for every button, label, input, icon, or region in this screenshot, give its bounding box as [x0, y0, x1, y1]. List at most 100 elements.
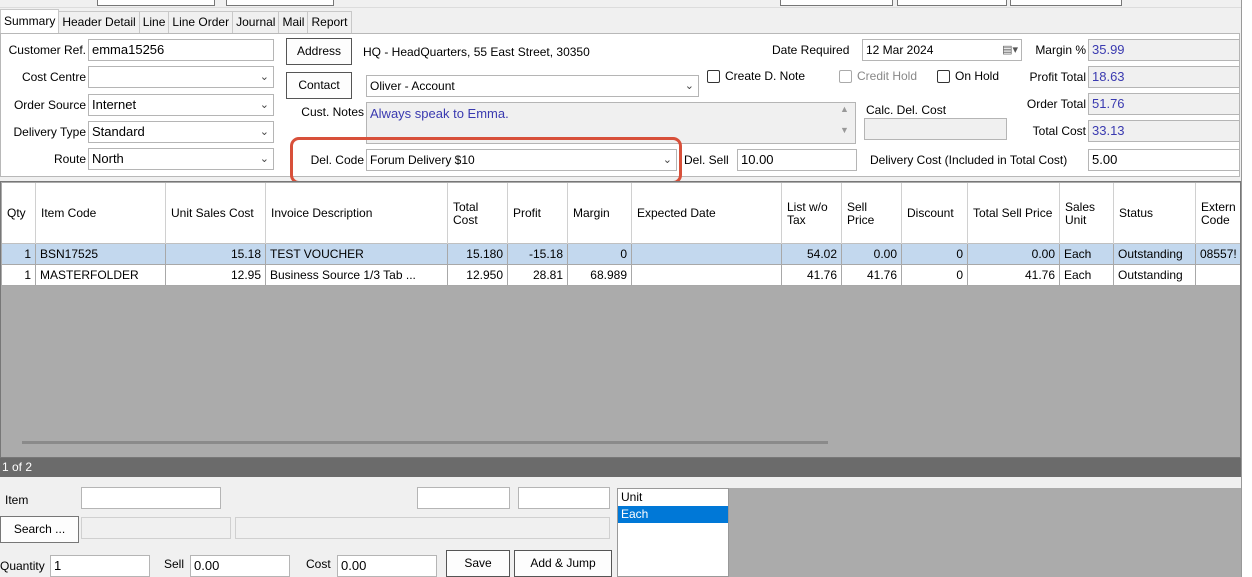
tab-header-detail[interactable]: Header Detail [58, 11, 140, 33]
order-lines-grid[interactable]: Qty Item Code Unit Sales Cost Invoice De… [0, 181, 1241, 458]
cell-sales-unit: Each [1060, 244, 1114, 265]
cell-invoice-description: TEST VOUCHER [266, 244, 448, 265]
col-list-wo-tax[interactable]: List w/o Tax [782, 183, 842, 244]
profit-total-value: 18.63 [1088, 66, 1240, 88]
cell-status: Outstanding [1114, 244, 1196, 265]
item-input[interactable] [81, 487, 221, 509]
save-button[interactable]: Save [446, 550, 510, 577]
calc-del-cost-label: Calc. Del. Cost [866, 103, 947, 117]
order-total-label: Order Total [1026, 97, 1086, 111]
window-right-edge [1241, 0, 1252, 577]
cell-discount: 0 [902, 244, 968, 265]
col-external-code[interactable]: Extern Code [1196, 183, 1240, 244]
del-sell-input[interactable]: 10.00 [737, 149, 857, 171]
tab-journal[interactable]: Journal [232, 11, 280, 33]
scroll-down-icon[interactable]: ▼ [840, 125, 849, 135]
quantity-label: Quantity [0, 559, 45, 573]
cell-external-code: 08557! [1196, 244, 1240, 265]
item-code-display [81, 517, 231, 539]
cell-sell-price: 0.00 [842, 244, 902, 265]
sell-input[interactable]: 0.00 [190, 555, 290, 577]
col-unit-sales-cost[interactable]: Unit Sales Cost [166, 183, 266, 244]
cost-centre-select[interactable]: ⌄ [88, 66, 274, 88]
add-and-jump-button[interactable]: Add & Jump [514, 550, 612, 577]
col-total-cost[interactable]: Total Cost [448, 183, 508, 244]
unit-list[interactable]: Unit Each [617, 488, 729, 577]
cost-input[interactable]: 0.00 [337, 555, 437, 577]
contact-select[interactable]: Oliver - Account ⌄ [366, 75, 699, 97]
tab-summary[interactable]: Summary [0, 9, 60, 33]
search-button[interactable]: Search ... [0, 516, 79, 543]
col-item-code[interactable]: Item Code [36, 183, 166, 244]
cell-margin: 68.989 [568, 265, 632, 286]
sell-label: Sell [164, 557, 185, 571]
address-button[interactable]: Address [286, 38, 352, 65]
col-invoice-description[interactable]: Invoice Description [266, 183, 448, 244]
tab-line-order[interactable]: Line Order [168, 11, 234, 33]
create-d-note-checkbox[interactable]: Create D. Note [707, 69, 805, 83]
checkbox-icon [937, 69, 950, 83]
cell-profit: -15.18 [508, 244, 568, 265]
pager-status: 1 of 2 [0, 458, 1241, 477]
delivery-cost-input[interactable]: 5.00 [1088, 149, 1240, 171]
scroll-up-icon[interactable]: ▲ [840, 104, 849, 114]
cell-external-code [1196, 265, 1240, 286]
col-discount[interactable]: Discount [902, 183, 968, 244]
route-select[interactable]: North ⌄ [88, 148, 274, 170]
total-cost-value: 33.13 [1088, 120, 1240, 142]
total-cost-label: Total Cost [1032, 124, 1086, 138]
order-source-select[interactable]: Internet ⌄ [88, 94, 274, 116]
col-margin[interactable]: Margin [568, 183, 632, 244]
col-sell-price[interactable]: Sell Price [842, 183, 902, 244]
unit-list-header: Unit [621, 490, 643, 504]
customer-ref-input[interactable]: emma15256 [88, 39, 274, 61]
quantity-input[interactable]: 1 [50, 555, 150, 577]
chevron-down-icon: ⌄ [684, 80, 694, 92]
cell-total-cost: 15.180 [448, 244, 508, 265]
col-qty[interactable]: Qty [2, 183, 36, 244]
chevron-down-icon: ⌄ [259, 126, 269, 138]
contact-button[interactable]: Contact [286, 72, 352, 99]
tab-report[interactable]: Report [307, 11, 352, 33]
unit-list-item[interactable]: Each [618, 506, 728, 523]
cell-item-code: MASTERFOLDER [36, 265, 166, 286]
cell-total-sell-price: 41.76 [968, 265, 1060, 286]
col-sales-unit[interactable]: Sales Unit [1060, 183, 1114, 244]
item-extra-input-2[interactable] [518, 487, 610, 509]
cost-label: Cost [306, 557, 331, 571]
calc-del-cost-input[interactable] [864, 118, 1007, 140]
contact-value: Oliver - Account [370, 79, 455, 93]
empty-panel [729, 488, 1241, 577]
cell-unit-sales-cost: 15.18 [166, 244, 266, 265]
tab-mail[interactable]: Mail [278, 11, 309, 33]
delivery-type-label: Delivery Type [13, 125, 86, 139]
cell-item-code: BSN17525 [36, 244, 166, 265]
table-row[interactable]: 1 BSN17525 15.18 TEST VOUCHER 15.180 -15… [2, 244, 1240, 265]
highlight-box [290, 137, 682, 184]
cell-qty: 1 [2, 265, 36, 286]
del-sell-label: Del. Sell [684, 153, 729, 167]
tab-line[interactable]: Line [138, 11, 170, 33]
col-total-sell-price[interactable]: Total Sell Price [968, 183, 1060, 244]
col-profit[interactable]: Profit [508, 183, 568, 244]
customer-ref-label: Customer Ref. [8, 43, 86, 57]
col-expected-date[interactable]: Expected Date [632, 183, 782, 244]
item-extra-input-1[interactable] [417, 487, 510, 509]
cell-profit: 28.81 [508, 265, 568, 286]
cell-margin: 0 [568, 244, 632, 265]
cell-discount: 0 [902, 265, 968, 286]
delivery-type-select[interactable]: Standard ⌄ [88, 121, 274, 143]
col-status[interactable]: Status [1114, 183, 1196, 244]
date-required-label: Date Required [772, 43, 850, 57]
table-row[interactable]: 1 MASTERFOLDER 12.95 Business Source 1/3… [2, 265, 1240, 286]
margin-label: Margin % [1035, 43, 1086, 57]
on-hold-checkbox[interactable]: On Hold [937, 69, 999, 83]
delivery-type-value: Standard [92, 124, 145, 139]
cell-unit-sales-cost: 12.95 [166, 265, 266, 286]
order-source-value: Internet [92, 97, 137, 112]
credit-hold-checkbox[interactable]: Credit Hold [839, 69, 917, 83]
tab-strip: Summary Header Detail Line Line Order Jo… [0, 9, 352, 33]
horizontal-scrollbar[interactable] [22, 441, 828, 444]
date-required-input[interactable]: 12 Mar 2024 ▤▾ [862, 39, 1022, 61]
chevron-down-icon: ⌄ [259, 99, 269, 111]
